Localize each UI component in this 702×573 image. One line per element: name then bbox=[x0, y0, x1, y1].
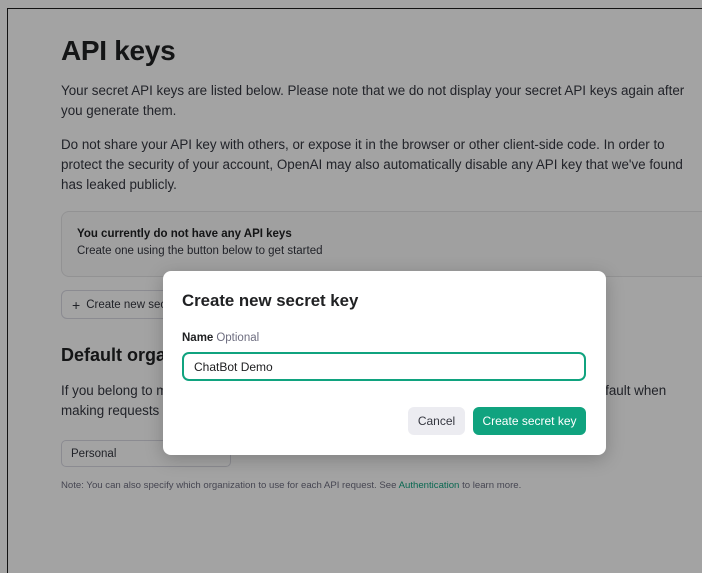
dialog-title: Create new secret key bbox=[182, 291, 359, 310]
name-field-label: Name Optional bbox=[182, 332, 259, 344]
key-name-input[interactable] bbox=[182, 352, 586, 381]
create-secret-key-dialog: Create new secret key NameOptional Cance… bbox=[163, 271, 606, 455]
cancel-button[interactable]: Cancel bbox=[408, 407, 465, 435]
name-label: Name bbox=[182, 332, 214, 344]
create-secret-key-button[interactable]: Create secret key bbox=[473, 407, 586, 435]
optional-label: Optional bbox=[216, 332, 260, 344]
